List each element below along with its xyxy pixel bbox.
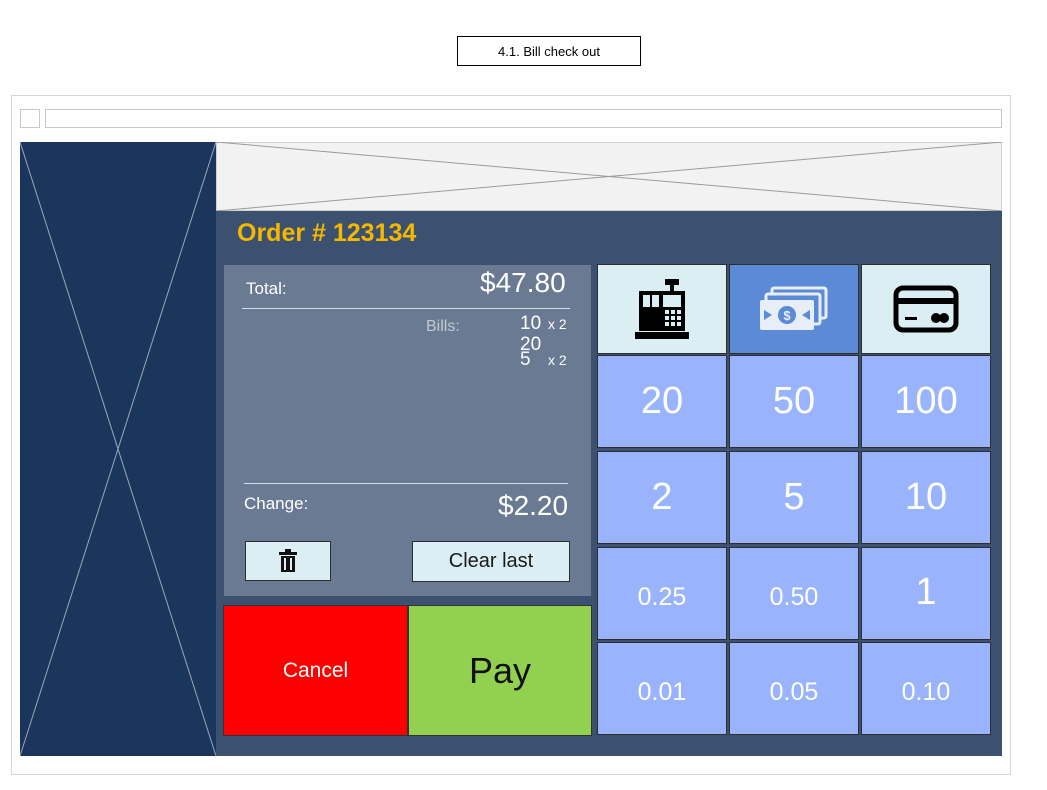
total-value: $47.80 bbox=[480, 267, 566, 298]
bills-list: 10 x 2 20 5 x 2 bbox=[520, 314, 567, 371]
bill-multiplier: x 2 bbox=[548, 352, 567, 368]
keypad-key[interactable]: 0.25 bbox=[597, 547, 727, 640]
header-banner-placeholder bbox=[216, 142, 1002, 211]
payment-method-register[interactable] bbox=[597, 264, 727, 354]
bills-label: Bills: bbox=[426, 318, 460, 335]
clear-last-button[interactable]: Clear last bbox=[412, 541, 570, 582]
change-value: $2.20 bbox=[498, 490, 569, 521]
svg-text:$: $ bbox=[783, 308, 791, 323]
keypad-key[interactable]: 1 bbox=[861, 547, 991, 640]
keypad-key[interactable]: 5 bbox=[729, 451, 859, 544]
page-heading: 4.1. Bill check out bbox=[457, 36, 641, 66]
address-bar[interactable] bbox=[45, 109, 1002, 128]
bill-entry: 5 x 2 bbox=[520, 350, 567, 371]
divider bbox=[242, 308, 570, 309]
bill-amount: 10 bbox=[520, 313, 542, 334]
window-checkbox[interactable] bbox=[20, 109, 40, 128]
keypad-key[interactable]: 10 bbox=[861, 451, 991, 544]
bill-amount: 5 bbox=[520, 349, 531, 370]
cash-icon: $ bbox=[760, 286, 828, 330]
keypad-key[interactable]: 20 bbox=[597, 355, 727, 448]
change-label: Change: bbox=[244, 494, 309, 513]
order-title: Order # 123134 bbox=[237, 219, 417, 247]
divider bbox=[244, 483, 568, 484]
credit-card-icon bbox=[893, 285, 959, 333]
keypad-key[interactable]: 100 bbox=[861, 355, 991, 448]
pay-button[interactable]: Pay bbox=[408, 605, 592, 736]
delete-button[interactable] bbox=[245, 541, 331, 581]
cash-register-icon bbox=[635, 279, 689, 339]
sidebar-placeholder bbox=[20, 142, 216, 756]
bill-multiplier: x 2 bbox=[548, 316, 567, 332]
cancel-button[interactable]: Cancel bbox=[223, 605, 408, 736]
bill-entry: 10 x 2 bbox=[520, 314, 567, 335]
payment-method-card[interactable] bbox=[861, 264, 991, 354]
payment-method-cash[interactable]: $ bbox=[729, 264, 859, 354]
placeholder-cross bbox=[20, 142, 216, 756]
keypad-key[interactable]: 50 bbox=[729, 355, 859, 448]
keypad-key[interactable]: 0.01 bbox=[597, 642, 727, 735]
keypad-key[interactable]: 0.10 bbox=[861, 642, 991, 735]
placeholder-cross bbox=[216, 142, 1002, 211]
trash-icon bbox=[279, 549, 297, 572]
keypad-key[interactable]: 0.05 bbox=[729, 642, 859, 735]
keypad-key[interactable]: 0.50 bbox=[729, 547, 859, 640]
total-label: Total: bbox=[246, 279, 287, 298]
keypad-key[interactable]: 2 bbox=[597, 451, 727, 544]
